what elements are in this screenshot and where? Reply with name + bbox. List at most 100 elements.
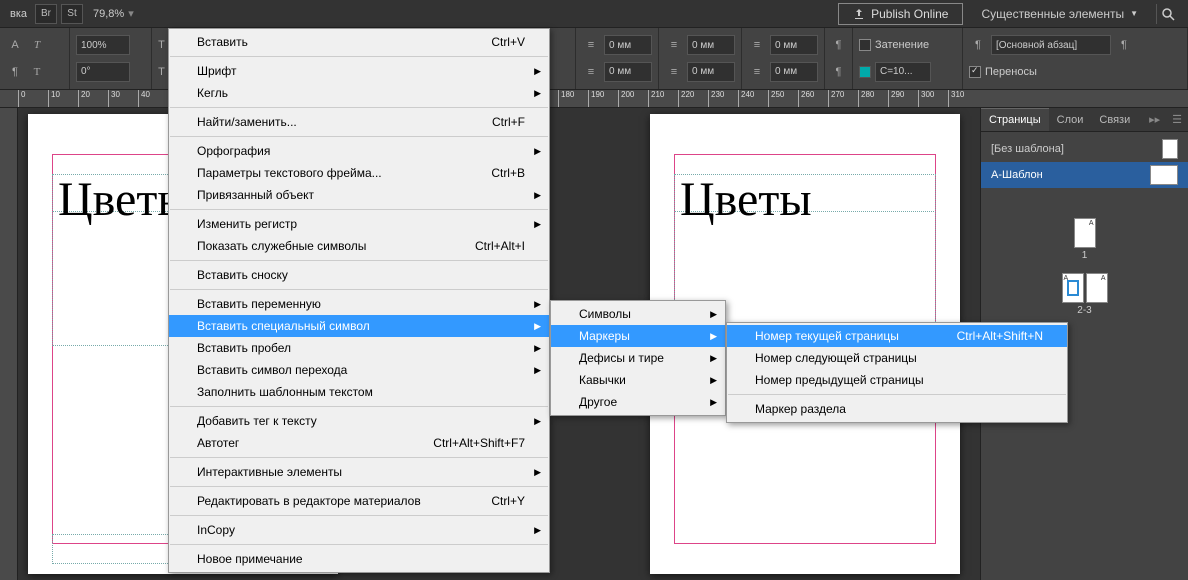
shading-checkbox[interactable] [859, 39, 871, 51]
menu-item[interactable]: Маркеры▶ [551, 325, 725, 347]
submenu-markers[interactable]: Номер текущей страницыCtrl+Alt+Shift+NНо… [726, 322, 1068, 423]
style-override-icon[interactable]: ¶ [1115, 36, 1133, 54]
publish-online-button[interactable]: Publish Online [838, 3, 963, 25]
menubar-fragment[interactable]: вка [4, 8, 33, 20]
menu-shortcut: Ctrl+Alt+Shift+N [917, 329, 1043, 343]
page-thumb[interactable]: A [1074, 218, 1096, 248]
menu-shortcut: Ctrl+F [452, 115, 525, 129]
menu-item[interactable]: InCopy▶ [169, 519, 549, 541]
menu-item[interactable]: Добавить тег к тексту▶ [169, 410, 549, 432]
menu-item[interactable]: Заполнить шаблонным текстом [169, 381, 549, 403]
menu-item-label: Добавить тег к тексту [197, 414, 317, 428]
menu-item[interactable]: АвтотегCtrl+Alt+Shift+F7 [169, 432, 549, 454]
indent-right-icon[interactable]: ≡ [582, 63, 600, 81]
panel-menu-icon[interactable]: ☰ [1166, 113, 1188, 126]
menu-item[interactable]: Орфография▶ [169, 140, 549, 162]
menu-item[interactable]: ВставитьCtrl+V [169, 31, 549, 53]
shading-color-input[interactable] [875, 62, 931, 82]
dropcap-lines-icon[interactable]: ¶ [831, 36, 846, 54]
menu-separator [170, 544, 548, 545]
ruler-tick: 0 [18, 90, 25, 108]
char-format-icon[interactable]: A [6, 36, 24, 54]
indent-first-input[interactable] [687, 35, 735, 55]
menu-item[interactable]: Вставить пробел▶ [169, 337, 549, 359]
menu-item-label: Шрифт [197, 64, 236, 78]
submenu-arrow-icon: ▶ [534, 66, 541, 77]
submenu-special-char[interactable]: Символы▶Маркеры▶Дефисы и тире▶Кавычки▶Др… [550, 300, 726, 416]
menu-item[interactable]: Новое примечание [169, 548, 549, 570]
menu-item[interactable]: Номер следующей страницы [727, 347, 1067, 369]
hyphenation-checkbox[interactable] [969, 66, 981, 78]
indent-left-input[interactable] [604, 35, 652, 55]
menu-item-label: Редактировать в редакторе материалов [197, 494, 421, 508]
subscript-icon[interactable]: T [158, 63, 165, 81]
menu-item[interactable]: Шрифт ▶ [169, 60, 549, 82]
menu-item[interactable]: Интерактивные элементы▶ [169, 461, 549, 483]
menu-item[interactable]: Вставить специальный символ▶ [169, 315, 549, 337]
menu-item[interactable]: Другое▶ [551, 391, 725, 413]
font-size-input[interactable] [76, 35, 130, 55]
vertical-ruler[interactable] [0, 108, 18, 580]
submenu-arrow-icon: ▶ [710, 397, 717, 408]
superscript-icon[interactable]: T [158, 36, 165, 54]
type-tool-icon[interactable]: T [28, 63, 46, 81]
dropcap-chars-icon[interactable]: ¶ [831, 63, 846, 81]
menu-item[interactable]: Редактировать в редакторе материаловCtrl… [169, 490, 549, 512]
page-thumb-label: 2-3 [1062, 305, 1108, 316]
menu-item[interactable]: Номер текущей страницы Ctrl+Alt+Shift+N [727, 325, 1067, 347]
bridge-icon[interactable]: Br [35, 4, 57, 24]
menu-item[interactable]: Найти/заменить...Ctrl+F [169, 111, 549, 133]
menu-item[interactable]: Вставить символ перехода▶ [169, 359, 549, 381]
rotation-input[interactable] [76, 62, 130, 82]
menu-item-label: Маркеры [579, 329, 630, 343]
submenu-arrow-icon: ▶ [534, 321, 541, 332]
menu-item[interactable]: Вставить сноску [169, 264, 549, 286]
master-row[interactable]: A-Шаблон [981, 162, 1188, 188]
menu-item[interactable]: Номер предыдущей страницы [727, 369, 1067, 391]
master-label: A-Шаблон [991, 169, 1043, 181]
space-before-icon[interactable]: ≡ [748, 36, 766, 54]
space-after-icon[interactable]: ≡ [748, 63, 766, 81]
context-menu[interactable]: ВставитьCtrl+V Шрифт ▶ Кегль▶ Найти/заменить… [168, 28, 550, 573]
paragraph-style-input[interactable] [991, 35, 1111, 55]
menu-item-label: Автотег [197, 436, 239, 450]
menu-separator [170, 260, 548, 261]
zoom-level[interactable]: 79,8% [93, 8, 124, 20]
color-swatch-icon[interactable] [859, 66, 871, 78]
tab-layers[interactable]: Слои [1049, 108, 1092, 131]
menu-item[interactable]: Изменить регистр▶ [169, 213, 549, 235]
menu-item-label: Номер предыдущей страницы [755, 373, 924, 387]
search-icon[interactable] [1156, 4, 1178, 24]
para-format-icon[interactable]: ¶ [6, 63, 24, 81]
indent-first-icon[interactable]: ≡ [665, 36, 683, 54]
menu-separator [728, 394, 1066, 395]
menu-item[interactable]: Показать служебные символыCtrl+Alt+I [169, 235, 549, 257]
menu-item[interactable]: Дефисы и тире▶ [551, 347, 725, 369]
app-topbar: вка Br St 79,8% ▾ Publish Online Существ… [0, 0, 1188, 28]
indent-last-icon[interactable]: ≡ [665, 63, 683, 81]
menu-item[interactable]: Маркер раздела [727, 398, 1067, 420]
workspace-dropdown[interactable]: Существенные элементы ▼ [973, 7, 1146, 21]
space-before-input[interactable] [770, 35, 818, 55]
menu-item[interactable]: Параметры текстового фрейма...Ctrl+B [169, 162, 549, 184]
type-tool-icon[interactable]: T [28, 36, 46, 54]
menu-item[interactable]: Символы▶ [551, 303, 725, 325]
menu-item[interactable]: Вставить переменную▶ [169, 293, 549, 315]
menu-item-label: Номер текущей страницы [755, 329, 899, 343]
indent-right-input[interactable] [604, 62, 652, 82]
master-row[interactable]: [Без шаблона] [981, 136, 1188, 162]
space-after-input[interactable] [770, 62, 818, 82]
ruler-tick: 290 [888, 90, 904, 108]
indent-left-icon[interactable]: ≡ [582, 36, 600, 54]
tab-pages[interactable]: Страницы [981, 108, 1049, 131]
menu-item[interactable]: Кавычки▶ [551, 369, 725, 391]
hyphenation-label: Переносы [985, 66, 1037, 78]
indent-last-input[interactable] [687, 62, 735, 82]
submenu-arrow-icon: ▶ [534, 299, 541, 310]
menu-item[interactable]: Привязанный объект▶ [169, 184, 549, 206]
stock-icon[interactable]: St [61, 4, 83, 24]
page-thumb[interactable]: AA [1062, 273, 1108, 303]
collapse-panel-icon[interactable]: ▸▸ [1143, 113, 1166, 126]
menu-item[interactable]: Кегль▶ [169, 82, 549, 104]
tab-links[interactable]: Связи [1091, 108, 1138, 131]
